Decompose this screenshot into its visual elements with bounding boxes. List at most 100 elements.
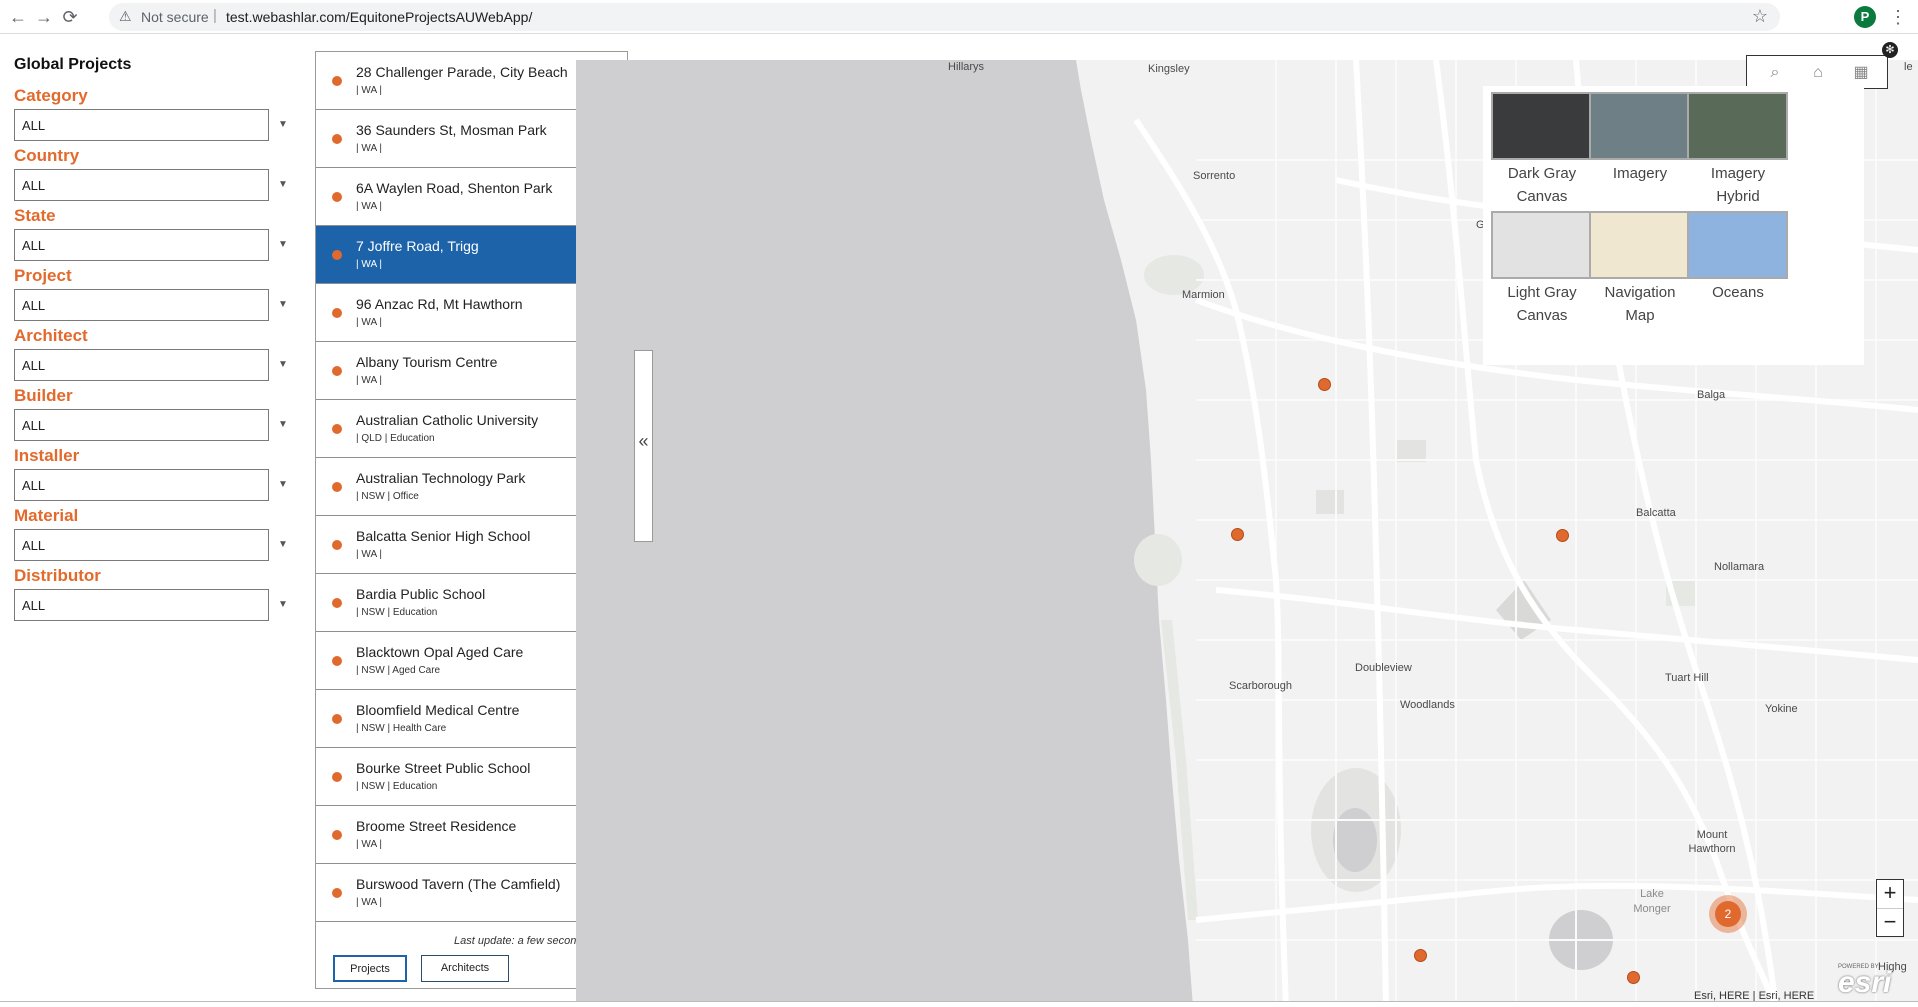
project-marker[interactable] bbox=[1231, 528, 1244, 541]
bookmark-star-icon[interactable]: ☆ bbox=[1752, 6, 1768, 27]
collapse-list-button[interactable]: « bbox=[634, 350, 653, 542]
list-item[interactable]: Burswood Tavern (The Camfield) | WA | bbox=[316, 864, 619, 922]
project-subtitle: | NSW | Education bbox=[356, 607, 438, 618]
basemap-gallery-icon[interactable]: ▦ bbox=[1850, 62, 1872, 84]
project-dot-icon bbox=[332, 76, 342, 86]
list-item[interactable]: Balcatta Senior High School | WA | bbox=[316, 516, 619, 574]
chevron-down-icon[interactable]: ▼ bbox=[278, 479, 288, 490]
basemap-gallery: Dark Gray Canvas Imagery Imagery Hybrid Lig… bbox=[1483, 86, 1864, 365]
project-title: Blacktown Opal Aged Care bbox=[356, 644, 524, 660]
map-label: Doubleview bbox=[1355, 662, 1412, 674]
project-subtitle: | WA | bbox=[356, 85, 382, 96]
list-item[interactable]: Australian Catholic University | QLD | Ed… bbox=[316, 400, 619, 458]
filter-select-state[interactable]: ALL bbox=[14, 229, 269, 261]
basemap-option[interactable]: Navigation Map bbox=[1585, 211, 1695, 327]
basemap-thumbnail bbox=[1687, 211, 1788, 279]
chevron-down-icon[interactable]: ▼ bbox=[278, 539, 288, 550]
reload-icon[interactable]: ⟳ bbox=[59, 6, 81, 28]
basemap-label: Dark Gray Canvas bbox=[1507, 165, 1577, 205]
chevron-down-icon[interactable]: ▼ bbox=[278, 239, 288, 250]
globe-icon[interactable]: ✻ bbox=[1882, 42, 1898, 58]
more-menu-icon[interactable]: ⋮ bbox=[1888, 6, 1908, 28]
list-item[interactable]: Bardia Public School | NSW | Education bbox=[316, 574, 619, 632]
project-title: 6A Waylen Road, Shenton Park bbox=[356, 180, 553, 196]
list-item[interactable]: Bourke Street Public School | NSW | Educa… bbox=[316, 748, 619, 806]
tab-architects[interactable]: Architects bbox=[421, 955, 509, 982]
filter-select-installer[interactable]: ALL bbox=[14, 469, 269, 501]
arrow-right-icon[interactable]: → bbox=[33, 6, 55, 28]
basemap-option[interactable]: Light Gray Canvas bbox=[1487, 211, 1597, 327]
filter-select-category[interactable]: ALL bbox=[14, 109, 269, 141]
filter-label-architect: Architect bbox=[14, 326, 88, 345]
project-marker[interactable] bbox=[1627, 971, 1640, 984]
list-item[interactable]: 28 Challenger Parade, City Beach | WA | bbox=[316, 52, 619, 110]
basemap-option[interactable]: Oceans bbox=[1683, 211, 1793, 304]
project-marker[interactable] bbox=[1318, 378, 1331, 391]
project-subtitle: | WA | bbox=[356, 839, 382, 850]
filter-select-builder[interactable]: ALL bbox=[14, 409, 269, 441]
panel-title: Global Projects bbox=[14, 56, 132, 73]
list-item[interactable]: Albany Tourism Centre | WA | bbox=[316, 342, 619, 400]
project-marker[interactable] bbox=[1414, 949, 1427, 962]
project-dot-icon bbox=[332, 656, 342, 666]
zoom-out-button[interactable]: − bbox=[1877, 909, 1903, 937]
map-label: Marmion bbox=[1182, 289, 1225, 301]
profile-avatar[interactable]: P bbox=[1854, 6, 1876, 28]
map-label: Scarborough bbox=[1229, 680, 1292, 692]
basemap-option[interactable]: Imagery bbox=[1585, 92, 1695, 185]
home-icon[interactable]: ⌂ bbox=[1807, 62, 1829, 84]
list-item[interactable]: Blacktown Opal Aged Care | NSW | Aged Car… bbox=[316, 632, 619, 690]
project-title: Broome Street Residence bbox=[356, 818, 517, 834]
project-subtitle: | NSW | Aged Care bbox=[356, 665, 441, 676]
zoom-in-button[interactable]: + bbox=[1877, 880, 1903, 908]
project-dot-icon bbox=[332, 424, 342, 434]
list-item[interactable]: Broome Street Residence | WA | bbox=[316, 806, 619, 864]
filter-select-distributor[interactable]: ALL bbox=[14, 589, 269, 621]
basemap-label: Imagery Hybrid bbox=[1710, 165, 1766, 205]
list-item[interactable]: Bloomfield Medical Centre | NSW | Health … bbox=[316, 690, 619, 748]
basemap-thumbnail bbox=[1589, 211, 1690, 279]
list-item[interactable]: 6A Waylen Road, Shenton Park | WA | bbox=[316, 168, 619, 226]
project-title: 36 Saunders St, Mosman Park bbox=[356, 122, 547, 138]
project-marker[interactable] bbox=[1556, 529, 1569, 542]
project-dot-icon bbox=[332, 830, 342, 840]
project-subtitle: | WA | bbox=[356, 259, 382, 270]
list-item[interactable]: 36 Saunders St, Mosman Park | WA | bbox=[316, 110, 619, 168]
chevron-down-icon[interactable]: ▼ bbox=[278, 119, 288, 130]
chevron-down-icon[interactable]: ▼ bbox=[278, 359, 288, 370]
arrow-left-icon[interactable]: ← bbox=[7, 6, 29, 28]
url-text[interactable]: test.webashlar.com/EquitoneProjectsAUWeb… bbox=[226, 9, 532, 25]
filter-select-architect[interactable]: ALL bbox=[14, 349, 269, 381]
filter-select-material[interactable]: ALL bbox=[14, 529, 269, 561]
chevron-down-icon[interactable]: ▼ bbox=[278, 599, 288, 610]
list-item[interactable]: 7 Joffre Road, Trigg | WA | bbox=[316, 226, 619, 284]
chevron-down-icon[interactable]: ▼ bbox=[278, 419, 288, 430]
basemap-label: Oceans bbox=[1712, 284, 1764, 301]
chevron-down-icon[interactable]: ▼ bbox=[278, 299, 288, 310]
map-label: Balga bbox=[1697, 389, 1726, 401]
browser-toolbar: ← → ⟳ ⚠ Not secure | test.webashlar.com/… bbox=[0, 0, 1918, 34]
chevron-down-icon[interactable]: ▼ bbox=[278, 179, 288, 190]
map-label: Balcatta bbox=[1636, 507, 1676, 519]
tab-projects[interactable]: Projects bbox=[333, 955, 407, 982]
basemap-label: Navigation Map bbox=[1604, 284, 1676, 324]
list-item[interactable]: 96 Anzac Rd, Mt Hawthorn | WA | bbox=[316, 284, 619, 342]
list-item[interactable]: Australian Technology Park | NSW | Office bbox=[316, 458, 619, 516]
filter-select-project[interactable]: ALL bbox=[14, 289, 269, 321]
basemap-option[interactable]: Imagery Hybrid bbox=[1683, 92, 1793, 208]
project-dot-icon bbox=[332, 598, 342, 608]
filter-select-country[interactable]: ALL bbox=[14, 169, 269, 201]
filter-label-state: State bbox=[14, 206, 56, 225]
filter-label-distributor: Distributor bbox=[14, 566, 101, 585]
basemap-option[interactable]: Dark Gray Canvas bbox=[1487, 92, 1597, 208]
project-dot-icon bbox=[332, 250, 342, 260]
map-toolbar: ⌕ ⌂ ▦ bbox=[1746, 55, 1888, 89]
cluster-marker[interactable]: 2 bbox=[1709, 895, 1747, 933]
address-bar[interactable]: ⚠ Not secure | test.webashlar.com/Equito… bbox=[109, 3, 1780, 31]
project-dot-icon bbox=[332, 888, 342, 898]
project-title: 28 Challenger Parade, City Beach bbox=[356, 64, 568, 80]
basemap-label: Light Gray Canvas bbox=[1507, 284, 1577, 324]
basemap-thumbnail bbox=[1491, 92, 1592, 160]
cluster-count: 2 bbox=[1715, 901, 1741, 927]
search-icon[interactable]: ⌕ bbox=[1764, 62, 1786, 84]
